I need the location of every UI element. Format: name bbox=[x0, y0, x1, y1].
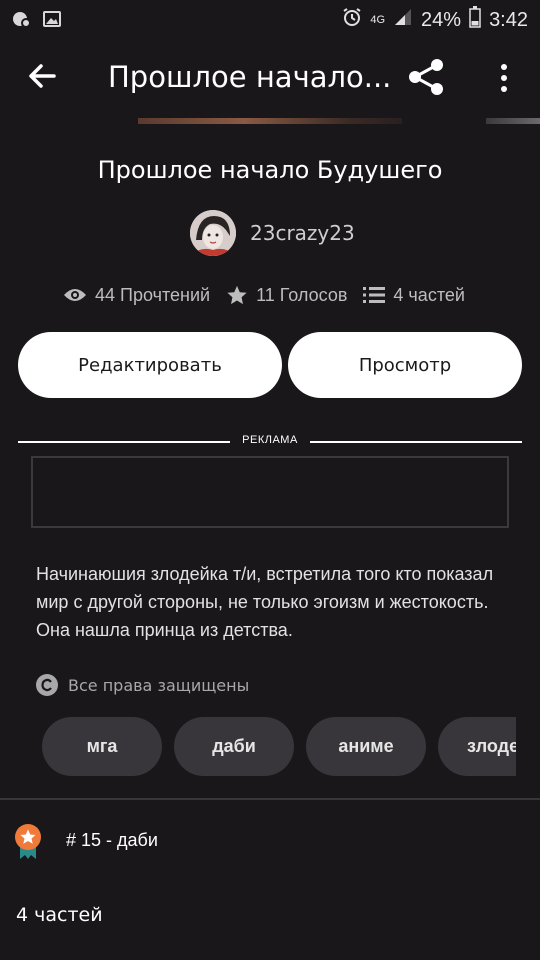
notification-icon bbox=[12, 9, 32, 34]
reads-count: 44 Прочтений bbox=[95, 284, 211, 305]
more-options-icon[interactable] bbox=[492, 58, 516, 98]
ad-label: РЕКЛАМА bbox=[242, 434, 298, 446]
copyright-notice: Все права защищены bbox=[36, 674, 249, 696]
tag-chip[interactable]: злодейка bbox=[438, 717, 516, 776]
eye-icon bbox=[64, 289, 86, 301]
network-label: 4G bbox=[370, 14, 386, 26]
cover-image-edge bbox=[486, 118, 540, 124]
ranking-text[interactable]: # 15 - даби bbox=[66, 830, 158, 851]
tag-chip[interactable]: даби bbox=[174, 717, 294, 776]
story-description: Начинаюшия злодейка т/и, встретила того … bbox=[36, 564, 494, 640]
avatar[interactable] bbox=[190, 210, 236, 256]
status-bar: 4G 24% 3:42 bbox=[0, 0, 540, 38]
star-icon bbox=[227, 285, 247, 305]
parts-count: 4 частей bbox=[393, 284, 465, 305]
tag-chip[interactable]: аниме bbox=[306, 717, 426, 776]
app-bar-title: Прошлое начало... bbox=[108, 60, 392, 94]
ad-divider-right bbox=[310, 441, 522, 443]
view-button[interactable]: Просмотр bbox=[288, 332, 522, 398]
author[interactable]: 23crazy23 bbox=[190, 210, 355, 256]
ranking-badge-icon bbox=[14, 824, 42, 860]
tag-list: мга даби аниме злодейка bbox=[42, 717, 516, 776]
alarm-icon bbox=[342, 7, 362, 33]
signal-icon bbox=[393, 7, 413, 33]
app-bar: Прошлое начало... bbox=[0, 38, 540, 120]
story-stats: 44 Прочтений 11 Голосов 4 частей bbox=[63, 284, 465, 306]
reads-stat: 44 Прочтений bbox=[63, 285, 210, 306]
cover-image bbox=[138, 118, 402, 124]
image-icon bbox=[42, 9, 62, 34]
battery-icon bbox=[469, 6, 481, 34]
author-name[interactable]: 23crazy23 bbox=[250, 221, 355, 245]
section-divider bbox=[0, 798, 540, 800]
battery-percent: 24% bbox=[421, 8, 462, 31]
ad-banner[interactable] bbox=[31, 456, 509, 528]
ad-divider-left bbox=[18, 441, 230, 443]
copyright-text: Все права защищены bbox=[68, 675, 250, 695]
tag-chip[interactable]: мга bbox=[42, 717, 162, 776]
story-title: Прошлое начало Будушего bbox=[97, 156, 443, 184]
list-icon bbox=[363, 287, 386, 303]
votes-count: 11 Голосов bbox=[256, 284, 348, 305]
share-icon[interactable] bbox=[405, 56, 447, 98]
parts-section-title: 4 частей bbox=[16, 904, 103, 926]
copyright-icon bbox=[36, 674, 58, 696]
clock: 3:42 bbox=[489, 8, 528, 31]
parts-stat: 4 частей bbox=[363, 285, 465, 306]
back-arrow-icon[interactable] bbox=[24, 58, 60, 94]
edit-button[interactable]: Редактировать bbox=[18, 332, 282, 398]
votes-stat: 11 Голосов bbox=[226, 284, 347, 306]
